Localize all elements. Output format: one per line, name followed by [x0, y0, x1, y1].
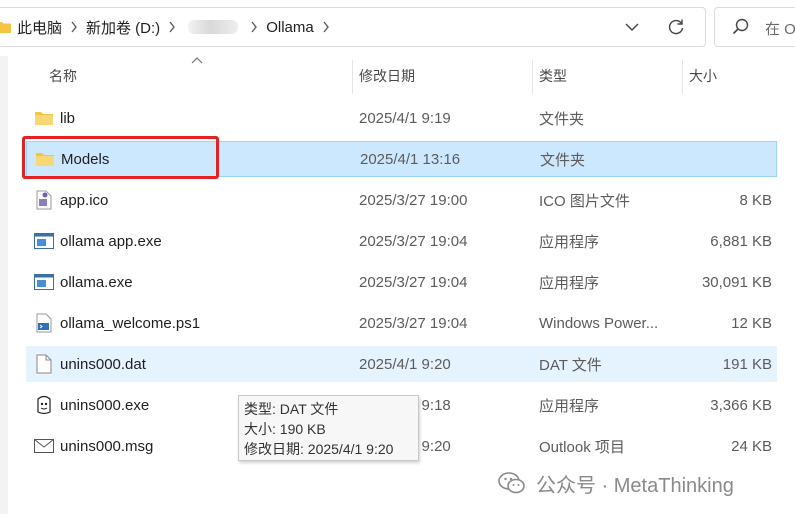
column-divider[interactable]	[352, 60, 353, 94]
file-type: ICO 图片文件	[539, 192, 630, 210]
chevron-right-icon[interactable]	[314, 21, 338, 33]
chevron-down-icon	[625, 23, 639, 31]
file-date: 2025/4/1 9:20	[359, 355, 451, 373]
column-header-row: 名称 修改日期 类型 大小	[8, 57, 795, 94]
address-bar[interactable]: 此电脑 新加卷 (D:) Ollama	[0, 7, 706, 47]
address-history-button[interactable]	[619, 16, 645, 38]
exe-icon	[34, 231, 54, 251]
wechat-icon	[498, 472, 525, 494]
list-item[interactable]: ollama.exe 2025/3/27 19:04 应用程序 30,091 K…	[26, 264, 777, 300]
file-name: unins000.dat	[60, 355, 146, 373]
tooltip-modified: 修改日期: 2025/4/1 9:20	[244, 441, 394, 457]
file-size: 6,881 KB	[710, 232, 772, 250]
list-item[interactable]: lib 2025/4/1 9:19 文件夹	[26, 100, 777, 136]
file-name: unins000.exe	[60, 396, 150, 414]
tooltip-size: 大小: 190 KB	[244, 421, 326, 437]
file-date: 2025/3/27 19:00	[359, 191, 468, 209]
file-size: 8 KB	[739, 191, 772, 209]
folder-icon	[34, 108, 54, 128]
file-size: 30,091 KB	[701, 273, 772, 291]
refresh-button[interactable]	[663, 15, 689, 39]
breadcrumb: 此电脑 新加卷 (D:) Ollama	[17, 8, 338, 46]
file-date: 2025/4/1 13:16	[360, 150, 461, 168]
breadcrumb-drive-d[interactable]: 新加卷 (D:)	[86, 17, 160, 38]
folder-icon	[0, 22, 11, 33]
file-name: lib	[60, 109, 76, 127]
file-type: 应用程序	[539, 397, 600, 415]
file-name: ollama.exe	[60, 273, 133, 291]
file-type: Outlook 项目	[539, 438, 625, 456]
file-size	[679, 100, 772, 136]
chevron-right-icon[interactable]	[62, 21, 86, 33]
file-date: 2025/4/1 9:19	[359, 109, 451, 127]
exe-icon	[34, 272, 54, 292]
toolbar: 此电脑 新加卷 (D:) Ollama 在 O	[0, 0, 795, 56]
blank-file-icon	[34, 354, 54, 374]
column-header-type[interactable]: 类型	[539, 58, 679, 94]
tooltip-type: 类型: DAT 文件	[244, 401, 339, 417]
file-type: 文件夹	[540, 151, 586, 169]
refresh-icon	[668, 19, 684, 35]
column-header-name[interactable]: 名称	[49, 58, 349, 94]
file-name: ollama_welcome.ps1	[60, 314, 201, 332]
search-icon	[732, 18, 749, 35]
breadcrumb-ollama[interactable]: Ollama	[266, 19, 314, 36]
ico-file-icon	[34, 190, 54, 210]
list-item-hovered[interactable]: unins000.dat 2025/4/1 9:20 DAT 文件 191 KB	[26, 346, 777, 382]
chevron-right-icon[interactable]	[242, 21, 266, 33]
file-type: Windows Power...	[539, 314, 659, 332]
list-item[interactable]: ollama app.exe 2025/3/27 19:04 应用程序 6,88…	[26, 223, 777, 259]
column-divider[interactable]	[532, 60, 533, 94]
breadcrumb-this-pc[interactable]: 此电脑	[17, 17, 62, 38]
file-type: 应用程序	[539, 233, 600, 251]
highlight-box	[22, 136, 219, 179]
file-name: app.ico	[60, 191, 109, 209]
file-type: 文件夹	[539, 110, 585, 128]
file-size: 24 KB	[731, 437, 772, 455]
file-size: 191 KB	[722, 355, 772, 373]
file-size: 3,366 KB	[710, 396, 772, 414]
file-date: 2025/3/27 19:04	[359, 273, 468, 291]
watermark: 公众号 · MetaThinking	[498, 468, 734, 498]
file-type: DAT 文件	[539, 356, 602, 374]
file-size: 12 KB	[731, 314, 772, 332]
search-box[interactable]: 在 O	[714, 7, 795, 47]
file-date: 2025/3/27 19:04	[359, 314, 468, 332]
file-type: 应用程序	[539, 274, 600, 292]
file-name: ollama app.exe	[60, 232, 162, 250]
column-header-size[interactable]: 大小	[689, 58, 789, 94]
navigation-pane-edge	[0, 56, 8, 514]
list-item[interactable]: app.ico 2025/3/27 19:00 ICO 图片文件 8 KB	[26, 182, 777, 218]
installer-icon	[34, 395, 54, 415]
file-info-tooltip: 类型: DAT 文件 大小: 190 KB 修改日期: 2025/4/1 9:2…	[238, 395, 419, 461]
column-divider[interactable]	[682, 60, 683, 94]
list-item[interactable]: ollama_welcome.ps1 2025/3/27 19:04 Windo…	[26, 305, 777, 341]
column-header-date[interactable]: 修改日期	[359, 58, 529, 94]
powershell-script-icon	[34, 313, 54, 333]
file-name: unins000.msg	[60, 437, 154, 455]
blurred-breadcrumb	[188, 20, 239, 34]
file-date: 2025/3/27 19:04	[359, 232, 468, 250]
mail-icon	[34, 436, 54, 456]
file-size	[680, 141, 773, 177]
watermark-text: 公众号 · MetaThinking	[536, 474, 734, 497]
search-placeholder: 在 O	[765, 21, 795, 38]
chevron-right-icon[interactable]	[160, 21, 184, 33]
